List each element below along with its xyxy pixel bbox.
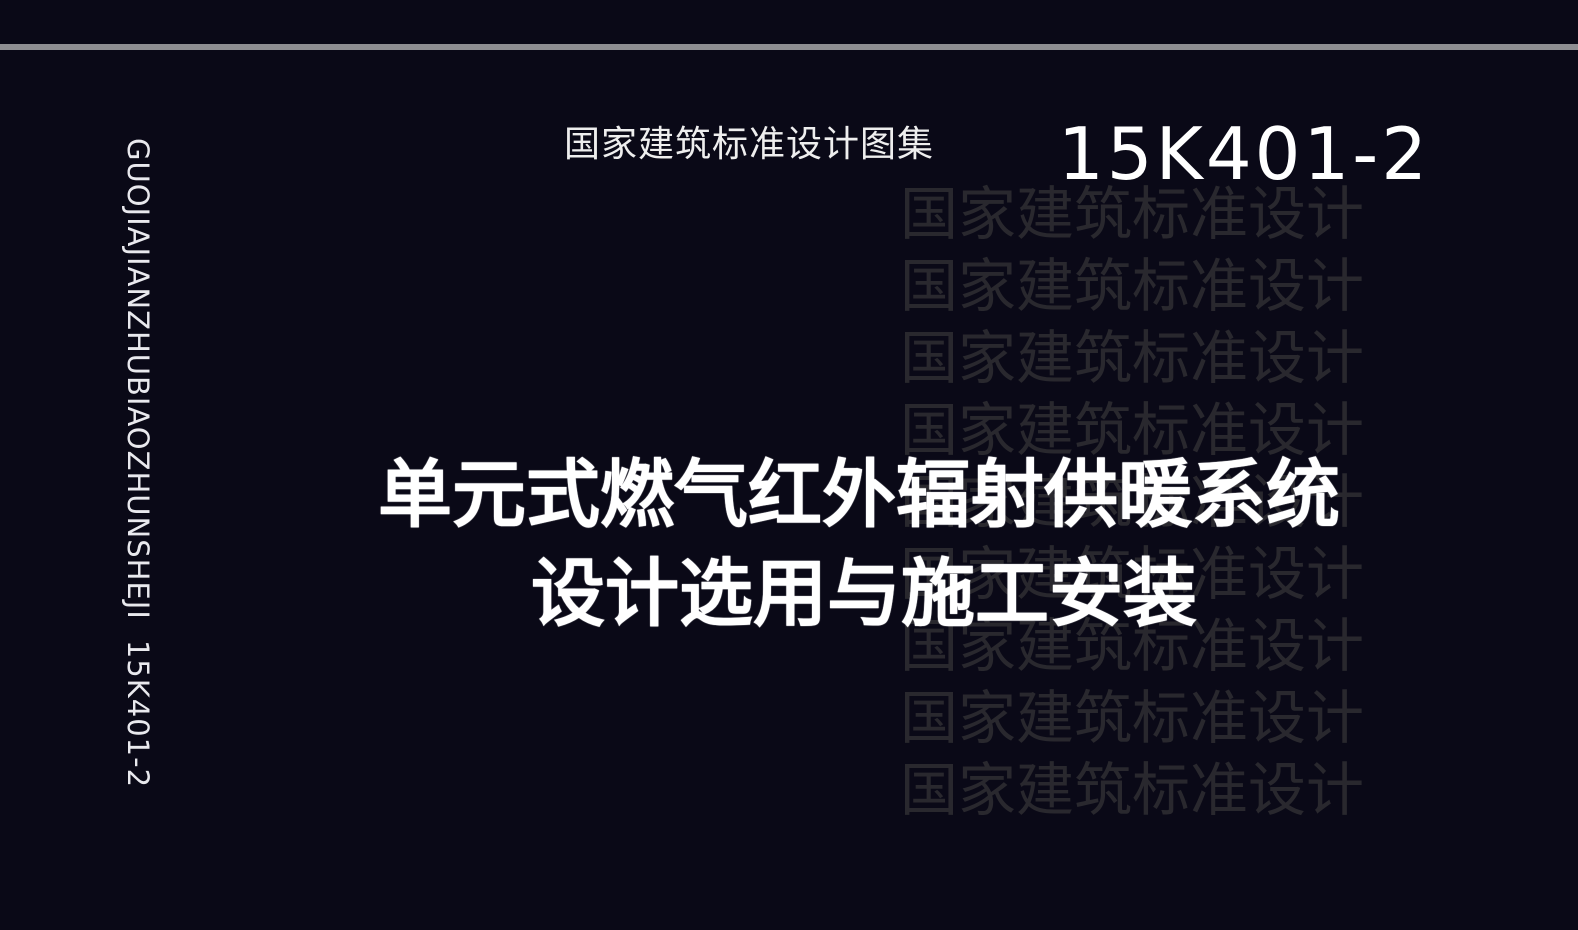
- spine-code: 15K401-2: [121, 639, 155, 789]
- watermark-line: 国家建筑标准设计: [900, 252, 1365, 320]
- spine-pinyin: GUOJIAJIANZHUBIAOZHUNSHEJI: [121, 138, 155, 620]
- watermark-line: 国家建筑标准设计: [900, 684, 1365, 752]
- watermark-line: 国家建筑标准设计: [900, 180, 1365, 248]
- title-line-2: 设计选用与施工安装: [531, 551, 1197, 637]
- document-cover: GUOJIAJIANZHUBIAOZHUNSHEJI 15K401-2 国家建筑标…: [0, 0, 1578, 930]
- document-title: 单元式燃气红外辐射供暖系统 设计选用与施工安装: [378, 458, 1340, 631]
- vertical-spine-text: GUOJIAJIANZHUBIAOZHUNSHEJI 15K401-2: [121, 138, 155, 789]
- top-rule: [0, 44, 1578, 50]
- watermark-line: 国家建筑标准设计: [900, 324, 1365, 392]
- title-line-1: 单元式燃气红外辐射供暖系统: [378, 452, 1340, 538]
- series-label: 国家建筑标准设计图集: [564, 124, 935, 165]
- watermark-line: 国家建筑标准设计: [900, 756, 1365, 824]
